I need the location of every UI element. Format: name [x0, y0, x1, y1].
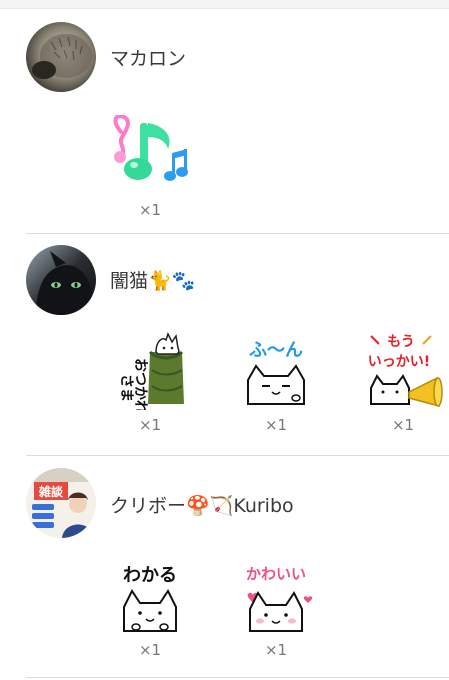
- user-name: 闇猫🐈🐾: [110, 270, 196, 292]
- gift-item: ふ〜ん ×1: [226, 330, 326, 450]
- gift-item: わかる ×1: [100, 555, 200, 675]
- gift-count: ×1: [138, 416, 162, 434]
- wakaru-cat-sticker-icon: わかる: [123, 565, 177, 632]
- gift-count: ×1: [138, 641, 162, 659]
- kawaii-cat-sticker-icon: かわいい: [246, 565, 313, 632]
- fun-cat-sticker-icon: ふ〜ん: [247, 340, 305, 405]
- divider: [26, 233, 449, 234]
- avatar[interactable]: [26, 22, 96, 92]
- zatsudan-avatar-icon: 雑談: [26, 468, 96, 538]
- user-name: クリボー🍄🏹Kuribo: [110, 495, 294, 517]
- svg-text:もう: もう: [387, 334, 415, 350]
- gift-count: ×1: [138, 201, 162, 219]
- svg-text:ふ〜ん: ふ〜ん: [249, 340, 303, 361]
- gift-item: おつかれ さま ×1: [100, 330, 200, 450]
- gift-item: ×1: [100, 115, 200, 235]
- mou-ikkai-cat-sticker-icon: もう いっかい!: [368, 334, 443, 407]
- avatar-text: 雑談: [38, 484, 64, 499]
- music-notes-sticker-icon: [113, 115, 188, 181]
- top-bar: [0, 0, 449, 9]
- gift-count: ×1: [264, 416, 288, 434]
- gift-count: ×1: [391, 416, 415, 434]
- otsukare-cat-sticker-icon: おつかれ さま: [118, 332, 184, 410]
- gift-item: もう いっかい! ×1: [353, 330, 449, 450]
- avatar[interactable]: [26, 245, 96, 315]
- hedgehog-avatar-icon: [26, 22, 96, 92]
- divider: [26, 677, 449, 678]
- black-cat-avatar-icon: [26, 245, 96, 315]
- gift-item: かわいい ×1: [226, 555, 326, 675]
- gift-count: ×1: [264, 641, 288, 659]
- divider: [26, 455, 449, 456]
- user-name: マカロン: [110, 48, 187, 70]
- svg-text:いっかい!: いっかい!: [368, 354, 430, 370]
- svg-text:かわいい: かわいい: [246, 565, 306, 583]
- svg-text:わかる: わかる: [123, 565, 177, 586]
- svg-text:さま: さま: [118, 374, 134, 402]
- avatar[interactable]: 雑談: [26, 468, 96, 538]
